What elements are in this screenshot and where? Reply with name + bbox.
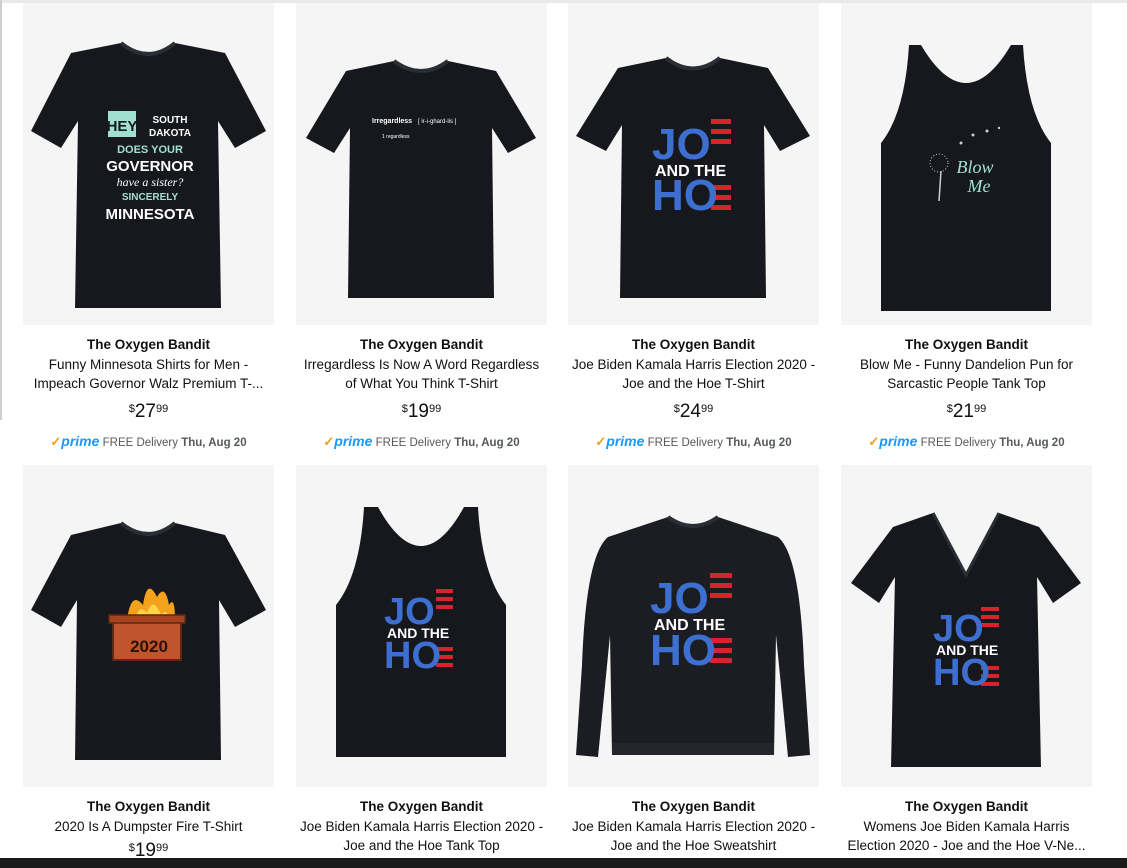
prime-check-icon: ✓ (50, 434, 62, 449)
shirt-text: Blow (956, 157, 993, 177)
product-title[interactable]: Election 2020 - Joe and the Hoe V-Ne... (841, 836, 1092, 855)
shirt-text: HO (384, 635, 441, 677)
product-title[interactable]: Impeach Governor Walz Premium T-... (23, 374, 274, 393)
shirt-text: JO (650, 574, 709, 623)
product-image[interactable]: JO AND THE HO (568, 3, 819, 325)
shirt-text: 2020 (130, 637, 168, 656)
left-divider (0, 0, 2, 420)
brand-name[interactable]: The Oxygen Bandit (568, 337, 819, 352)
shirt-text: DOES YOUR (117, 144, 183, 156)
brand-name[interactable]: The Oxygen Bandit (841, 337, 1092, 352)
price: $1999 (401, 401, 442, 422)
product-card[interactable]: JO AND THE HO The Oxygen Bandit Joe Bide… (296, 465, 547, 855)
product-title[interactable]: of What You Think T-Shirt (296, 374, 547, 393)
product-card[interactable]: Irregardless [ ir-i-ghard-lis ] 1 regard… (296, 3, 547, 450)
prime-delivery: ✓prime FREE Delivery Thu, Aug 20 (50, 433, 247, 449)
product-title[interactable]: 2020 Is A Dumpster Fire T-Shirt (23, 817, 274, 836)
shirt-text: have a sister? (117, 175, 184, 189)
product-card[interactable]: JO AND THE HO The Oxygen Bandit Joe Bide… (568, 465, 819, 855)
product-title[interactable]: Joe Biden Kamala Harris Election 2020 - (296, 817, 547, 836)
shirt-text: HO (933, 652, 990, 694)
product-title[interactable]: Funny Minnesota Shirts for Men - (23, 355, 274, 374)
shirt-text: [ ir-i-ghard-lis ] (418, 119, 457, 125)
product-title[interactable]: Joe Biden Kamala Harris Election 2020 - (568, 817, 819, 836)
product-image[interactable]: JO AND THE HO (296, 465, 547, 787)
product-title[interactable]: Joe and the Hoe Tank Top (296, 836, 547, 855)
brand-name[interactable]: The Oxygen Bandit (296, 337, 547, 352)
shirt-text: JO (652, 120, 711, 169)
product-title[interactable]: Joe Biden Kamala Harris Election 2020 - (568, 355, 819, 374)
product-card[interactable]: Blow Me The Oxygen Bandit Blow Me - Funn… (841, 3, 1092, 450)
shirt-text: 1 regardless (382, 134, 410, 140)
brand-name[interactable]: The Oxygen Bandit (841, 799, 1092, 814)
shirt-text: SINCERELY (122, 192, 179, 203)
product-title[interactable]: Sarcastic People Tank Top (841, 374, 1092, 393)
product-card[interactable]: HEY SOUTH DAKOTA DOES YOUR GOVERNOR have… (23, 3, 274, 450)
prime-logo: prime (606, 433, 645, 449)
product-image[interactable]: JO AND THE HO (568, 465, 819, 787)
prime-delivery: ✓prime FREE Delivery Thu, Aug 20 (323, 433, 520, 449)
prime-check-icon: ✓ (323, 434, 335, 449)
product-title[interactable]: Joe and the Hoe T-Shirt (568, 374, 819, 393)
bottom-bar (0, 858, 1127, 868)
prime-logo: prime (879, 433, 918, 449)
prime-logo: prime (334, 433, 373, 449)
prime-logo: prime (61, 433, 100, 449)
price: $2199 (946, 401, 987, 422)
product-image[interactable]: Blow Me (841, 3, 1092, 325)
product-image[interactable]: Irregardless [ ir-i-ghard-lis ] 1 regard… (296, 3, 547, 325)
product-image[interactable]: HEY SOUTH DAKOTA DOES YOUR GOVERNOR have… (23, 3, 274, 325)
prime-delivery: ✓prime FREE Delivery Thu, Aug 20 (595, 433, 792, 449)
product-title[interactable]: Irregardless Is Now A Word Regardless (296, 355, 547, 374)
prime-check-icon: ✓ (868, 434, 880, 449)
shirt-text: HEY (107, 118, 138, 135)
product-image[interactable]: 2020 (23, 465, 274, 787)
product-card[interactable]: JO AND THE HO The Oxygen Bandit Joe Bide… (568, 3, 819, 450)
product-title[interactable]: Blow Me - Funny Dandelion Pun for (841, 355, 1092, 374)
prime-check-icon: ✓ (595, 434, 607, 449)
product-card[interactable]: JO AND THE HO The Oxygen Bandit Womens J… (841, 465, 1092, 855)
shirt-text: MINNESOTA (106, 206, 195, 223)
product-image[interactable]: JO AND THE HO (841, 465, 1092, 787)
price: $2799 (128, 401, 169, 422)
prime-delivery: ✓prime FREE Delivery Thu, Aug 20 (868, 433, 1065, 449)
brand-name[interactable]: The Oxygen Bandit (568, 799, 819, 814)
product-title[interactable]: Womens Joe Biden Kamala Harris (841, 817, 1092, 836)
shirt-text: HO (652, 171, 718, 220)
product-card[interactable]: 2020 The Oxygen Bandit 2020 Is A Dumpste… (23, 465, 274, 862)
shirt-text: GOVERNOR (106, 158, 194, 175)
brand-name[interactable]: The Oxygen Bandit (23, 799, 274, 814)
shirt-text: DAKOTA (149, 128, 191, 139)
shirt-text: SOUTH (153, 115, 188, 126)
shirt-text: Irregardless (372, 118, 412, 125)
shirt-text: Me (967, 176, 991, 196)
product-title[interactable]: Joe and the Hoe Sweatshirt (568, 836, 819, 855)
price: $2499 (673, 401, 714, 422)
brand-name[interactable]: The Oxygen Bandit (296, 799, 547, 814)
brand-name[interactable]: The Oxygen Bandit (23, 337, 274, 352)
shirt-text: HO (650, 626, 716, 675)
